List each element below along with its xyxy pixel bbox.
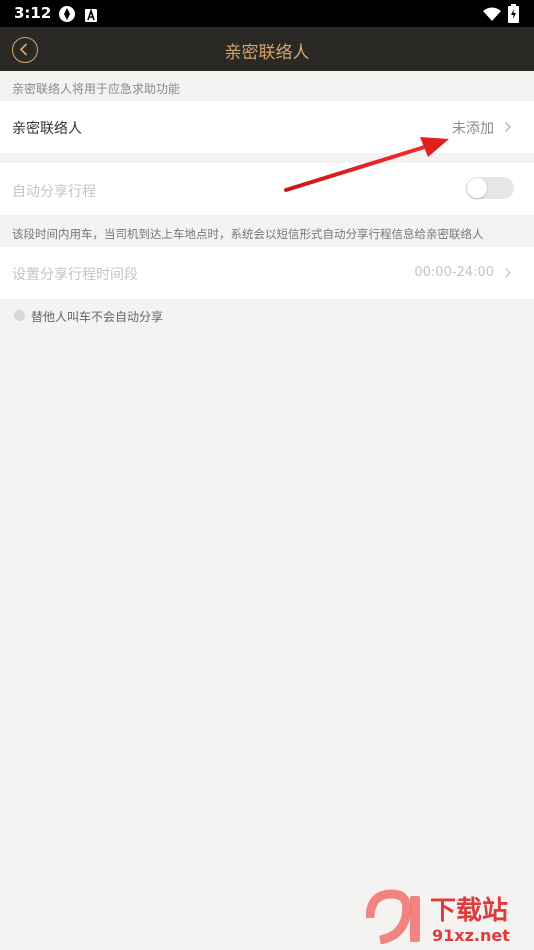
auto-share-label: 自动分享行程 <box>12 184 96 200</box>
toggle-knob <box>467 178 487 198</box>
contact-label: 亲密联络人 <box>12 121 82 137</box>
watermark-url: 91xz.net <box>432 926 510 945</box>
contact-value: 未添加 <box>452 121 494 137</box>
page-title: 亲密联络人 <box>224 43 310 63</box>
a-box-icon <box>85 7 97 26</box>
chevron-right-icon <box>505 268 511 278</box>
watermark-logo-icon <box>366 889 420 945</box>
note-radio-dot <box>14 310 25 321</box>
watermark-name: 下载站 <box>430 896 509 926</box>
time-period-row[interactable]: 设置分享行程时间段 00:00-24:00 <box>0 247 534 299</box>
share-hint: 该段时间内用车，当司机到达上车地点时，系统会以短信形式自动分享行程信息给亲密联络… <box>12 227 484 241</box>
wifi-icon <box>483 6 501 25</box>
chevron-right-icon <box>505 122 511 132</box>
auto-share-toggle[interactable] <box>466 177 514 199</box>
intro-hint: 亲密联络人将用于应急求助功能 <box>12 82 181 96</box>
time-period-label: 设置分享行程时间段 <box>12 267 138 283</box>
status-bar: 3:12 <box>0 0 534 27</box>
note-text: 替他人叫车不会自动分享 <box>31 310 164 324</box>
battery-icon <box>508 4 519 27</box>
time-period-value: 00:00-24:00 <box>414 265 494 280</box>
nav-bar: 亲密联络人 <box>0 27 534 71</box>
aperture-icon <box>58 5 76 27</box>
contact-row[interactable]: 亲密联络人 未添加 <box>0 101 534 153</box>
auto-share-row: 自动分享行程 <box>0 163 534 215</box>
status-time: 3:12 <box>14 4 52 22</box>
